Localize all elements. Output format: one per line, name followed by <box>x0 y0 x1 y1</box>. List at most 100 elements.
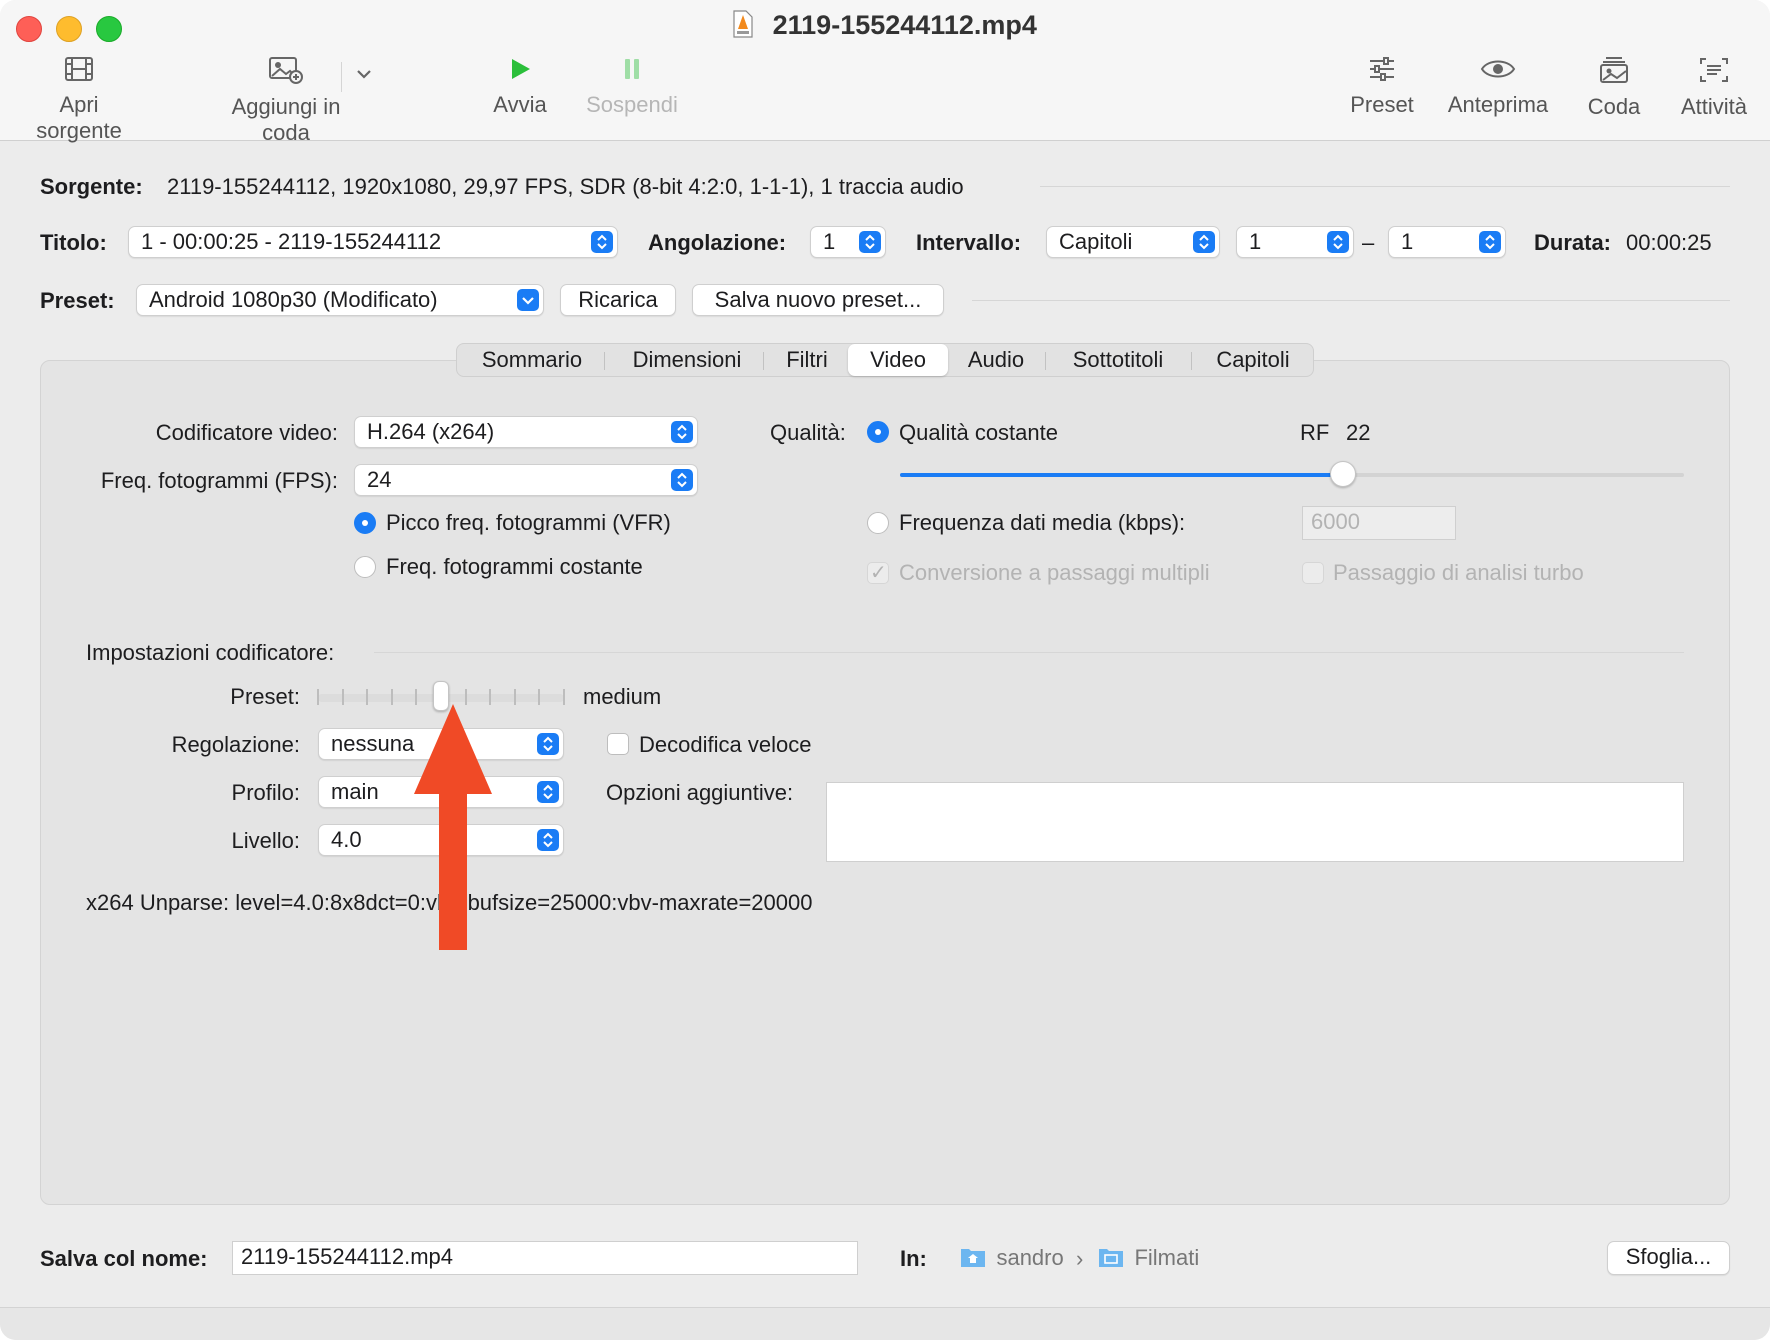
source-label: Sorgente: <box>40 174 143 199</box>
start-button[interactable]: Avvia <box>490 56 550 118</box>
extra-options-label: Opzioni aggiuntive: <box>606 780 794 805</box>
presets-label: Preset <box>1350 92 1414 117</box>
title-select[interactable]: 1 - 00:00:25 - 2119-155244112 <box>128 226 618 258</box>
profile-value: main <box>331 779 379 804</box>
tune-value: nessuna <box>331 731 415 756</box>
multipass-checkbox[interactable]: ✓ <box>867 562 889 584</box>
tab-dimensions[interactable]: Dimensioni <box>607 344 767 376</box>
constant-quality-radio[interactable] <box>867 421 889 443</box>
extra-options-field[interactable] <box>826 782 1684 862</box>
encoder-preset-label: Preset: <box>230 684 300 709</box>
pause-label: Sospendi <box>586 92 678 117</box>
fps-select[interactable]: 24 <box>354 464 698 496</box>
open-source-label: Apri sorgente <box>36 92 122 143</box>
preview-label: Anteprima <box>1447 92 1549 117</box>
chevron-updown-icon <box>1327 231 1349 253</box>
angle-select[interactable]: 1 <box>810 226 886 258</box>
rf-slider-fill <box>900 473 1343 477</box>
fast-decode-checkbox[interactable] <box>607 733 629 755</box>
constant-quality-label: Qualità costante <box>899 420 1058 445</box>
save-as-label: Salva col nome: <box>40 1246 208 1271</box>
turbo-checkbox[interactable] <box>1302 562 1324 584</box>
rf-slider-knob[interactable] <box>1329 461 1356 487</box>
tab-subtitles[interactable]: Sottotitoli <box>1047 344 1189 376</box>
annotation-arrow <box>414 704 492 950</box>
chevron-updown-icon <box>671 421 693 443</box>
source-info: 2119-155244112, 1920x1080, 29,97 FPS, SD… <box>167 174 964 199</box>
save-new-preset-button[interactable]: Salva nuovo preset... <box>692 284 944 316</box>
tab-audio[interactable]: Audio <box>949 344 1043 376</box>
path-home-folder[interactable]: sandro <box>960 1245 1064 1271</box>
activity-log-icon <box>1700 58 1728 82</box>
tab-separator <box>604 352 605 370</box>
encoder-settings-divider <box>374 652 1684 653</box>
reload-preset-button[interactable]: Ricarica <box>560 284 676 316</box>
slider-tick <box>366 689 369 705</box>
path-movies-folder[interactable]: Filmati <box>1098 1245 1199 1271</box>
chevron-updown-icon <box>537 829 559 851</box>
preset-select-value: Android 1080p30 (Modificato) <box>149 287 438 312</box>
range-end-select[interactable]: 1 <box>1388 226 1506 258</box>
range-type-select[interactable]: Capitoli <box>1046 226 1220 258</box>
presets-button[interactable]: Preset <box>1346 56 1418 118</box>
level-label: Livello: <box>231 828 300 853</box>
range-end-value: 1 <box>1401 229 1414 254</box>
video-file-icon <box>733 10 753 38</box>
queue-button[interactable]: Coda <box>1584 56 1644 120</box>
slider-tick <box>563 689 565 705</box>
status-bar <box>0 1307 1770 1340</box>
cfr-radio[interactable] <box>354 556 376 578</box>
path-separator: › <box>1076 1246 1084 1271</box>
vfr-radio[interactable] <box>354 512 376 534</box>
slider-tick <box>513 689 516 705</box>
movies-folder-icon <box>1099 1249 1123 1267</box>
open-source-button[interactable]: Apri sorgente <box>16 56 142 144</box>
chevron-updown-icon <box>859 231 881 253</box>
rf-label: RF <box>1300 420 1330 445</box>
slider-tick <box>390 689 393 705</box>
tab-filters[interactable]: Filtri <box>767 344 847 376</box>
video-encoder-value: H.264 (x264) <box>367 419 495 444</box>
vfr-label: Picco freq. fotogrammi (VFR) <box>386 510 671 535</box>
tab-separator <box>1045 352 1046 370</box>
chevron-down-icon <box>357 70 371 79</box>
destination-label: In: <box>900 1246 927 1271</box>
duration-value: 00:00:25 <box>1626 230 1712 255</box>
profile-label: Profilo: <box>231 780 300 805</box>
tab-video[interactable]: Video <box>848 344 948 376</box>
avg-bitrate-radio[interactable] <box>867 512 889 534</box>
add-photo-icon <box>269 57 303 84</box>
fps-value: 24 <box>367 467 392 492</box>
title-label: Titolo: <box>40 230 107 255</box>
pause-button[interactable]: Sospendi <box>580 56 684 118</box>
add-to-queue-menu-button[interactable] <box>352 68 376 90</box>
save-as-field[interactable]: 2119-155244112.mp4 <box>232 1241 858 1275</box>
chevron-down-icon <box>517 289 539 311</box>
path-home-label: sandro <box>996 1245 1064 1270</box>
chevron-updown-icon <box>537 733 559 755</box>
rf-value: 22 <box>1346 420 1371 445</box>
range-start-select[interactable]: 1 <box>1236 226 1354 258</box>
preset-divider <box>972 300 1730 301</box>
film-icon <box>65 57 93 81</box>
tab-chapters[interactable]: Capitoli <box>1193 344 1313 376</box>
angle-select-value: 1 <box>823 229 836 254</box>
activity-label: Attività <box>1680 94 1748 119</box>
preset-select[interactable]: Android 1080p30 (Modificato) <box>136 284 544 316</box>
tab-separator <box>1191 352 1192 370</box>
checkmark-icon: ✓ <box>870 562 887 584</box>
chevron-updown-icon <box>537 781 559 803</box>
video-encoder-select[interactable]: H.264 (x264) <box>354 416 698 448</box>
chevron-updown-icon <box>1193 231 1215 253</box>
turbo-label: Passaggio di analisi turbo <box>1333 560 1584 585</box>
tab-summary[interactable]: Sommario <box>457 344 607 376</box>
browse-button[interactable]: Sfoglia... <box>1607 1241 1730 1275</box>
preview-button[interactable]: Anteprima <box>1444 56 1552 118</box>
activity-button[interactable]: Attività <box>1674 56 1754 120</box>
add-to-queue-label: Aggiungi in coda <box>231 94 341 145</box>
cfr-label: Freq. fotogrammi costante <box>386 554 643 579</box>
avg-bitrate-field[interactable]: 6000 <box>1302 506 1456 540</box>
avg-bitrate-label: Frequenza dati media (kbps): <box>899 510 1186 535</box>
rf-slider-track[interactable] <box>900 461 1684 487</box>
titlebar: 2119-155244112.mp4 Apri sorgente Aggiung… <box>0 0 1770 145</box>
